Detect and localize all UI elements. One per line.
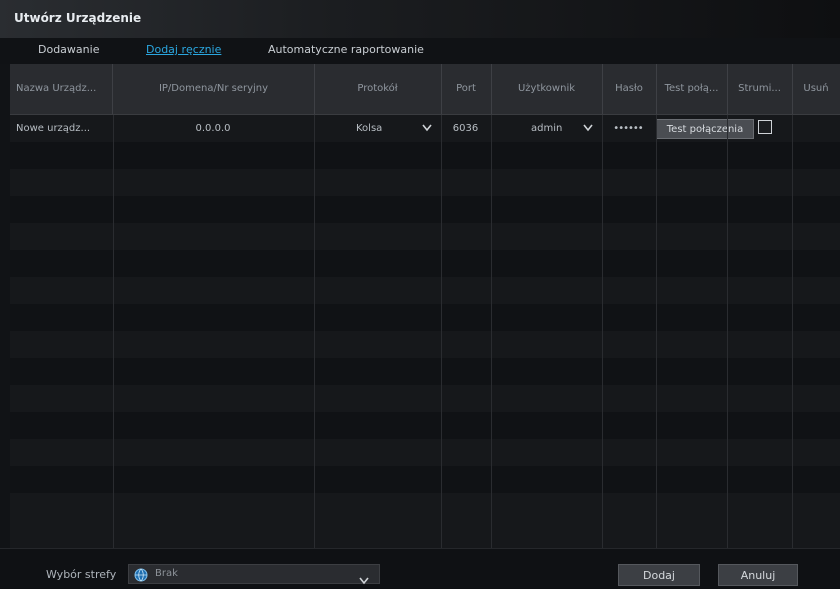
cell-port[interactable]: 6036: [441, 115, 490, 142]
table-header: Nazwa Urządz... IP/Domena/Nr seryjny Pro…: [10, 64, 840, 115]
stream-checkbox[interactable]: [758, 120, 772, 134]
test-connection-button[interactable]: Test połączenia: [656, 119, 754, 139]
column-divider: [113, 115, 114, 548]
column-header-user[interactable]: Użytkownik: [491, 64, 603, 114]
column-header-name[interactable]: Nazwa Urządz...: [10, 64, 113, 114]
table-body: Nowe urządz... 0.0.0.0 Kolsa 6036 admin …: [10, 115, 840, 548]
empty-table-row: [10, 466, 840, 493]
empty-table-row: [10, 439, 840, 466]
title-bar[interactable]: Utwórz Urządzenie: [0, 0, 840, 39]
column-divider: [602, 115, 603, 548]
empty-table-row: [10, 223, 840, 250]
cell-ip[interactable]: 0.0.0.0: [113, 115, 313, 142]
window-title: Utwórz Urządzenie: [14, 11, 142, 25]
protocol-select[interactable]: Kolsa: [314, 115, 440, 142]
add-button[interactable]: Dodaj: [618, 564, 700, 586]
empty-table-row: [10, 250, 840, 277]
device-table: Nazwa Urządz... IP/Domena/Nr seryjny Pro…: [10, 64, 840, 548]
tab-add-manually[interactable]: Dodaj ręcznie: [146, 43, 221, 56]
empty-table-row: [10, 493, 840, 520]
globe-icon: [134, 567, 148, 586]
chevron-down-icon: [583, 115, 593, 132]
column-header-password[interactable]: Hasło: [602, 64, 657, 114]
zone-select[interactable]: Brak: [128, 564, 380, 586]
empty-table-row: [10, 277, 840, 304]
cancel-button[interactable]: Anuluj: [718, 564, 798, 586]
empty-table-row: [10, 169, 840, 196]
table-row[interactable]: Nowe urządz... 0.0.0.0 Kolsa 6036 admin …: [10, 115, 840, 142]
zone-value: Brak: [155, 568, 178, 579]
password-field[interactable]: ••••••: [602, 115, 654, 142]
tab-auto-report[interactable]: Automatyczne raportowanie: [268, 43, 424, 56]
empty-table-row: [10, 385, 840, 412]
column-divider: [792, 115, 793, 548]
column-divider: [491, 115, 492, 548]
user-select[interactable]: admin: [491, 115, 601, 142]
column-header-delete[interactable]: Usuń: [792, 64, 840, 114]
footer-bar: Wybór strefy Brak Dodaj Anuluj: [0, 548, 840, 588]
column-header-test[interactable]: Test połą...: [656, 64, 728, 114]
column-header-stream[interactable]: Strumi...: [727, 64, 793, 114]
empty-table-row: [10, 142, 840, 169]
empty-table-row: [10, 196, 840, 223]
user-value: admin: [531, 123, 563, 134]
chevron-down-icon: [359, 570, 369, 589]
cell-device-name[interactable]: Nowe urządz...: [16, 115, 112, 142]
column-header-ip[interactable]: IP/Domena/Nr seryjny: [113, 64, 315, 114]
column-divider: [727, 115, 728, 548]
create-device-window: Utwórz Urządzenie Dodawanie Dodaj ręczni…: [0, 0, 840, 588]
empty-table-row: [10, 331, 840, 358]
chevron-down-icon: [422, 115, 432, 132]
empty-table-row: [10, 412, 840, 439]
tab-bar: Dodawanie Dodaj ręcznie Automatyczne rap…: [0, 38, 840, 64]
column-divider: [314, 115, 315, 548]
protocol-value: Kolsa: [356, 123, 383, 134]
column-header-port[interactable]: Port: [441, 64, 492, 114]
zone-label: Wybór strefy: [46, 568, 117, 581]
empty-table-row: [10, 304, 840, 331]
column-divider: [656, 115, 657, 548]
tab-add[interactable]: Dodawanie: [38, 43, 99, 56]
column-header-protocol[interactable]: Protokół: [314, 64, 442, 114]
column-divider: [441, 115, 442, 548]
empty-table-row: [10, 358, 840, 385]
